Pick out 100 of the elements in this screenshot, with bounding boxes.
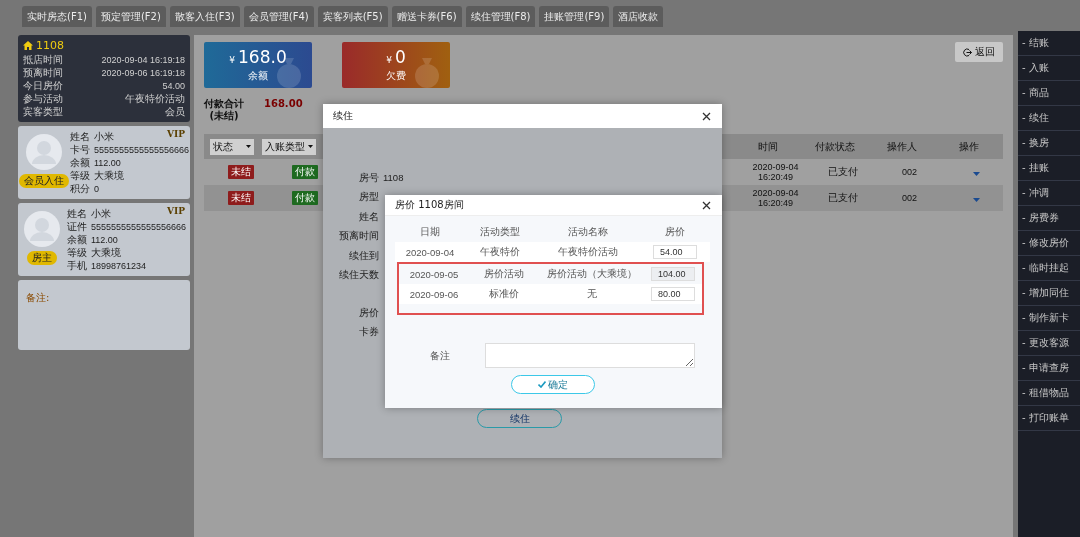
sidebar-item[interactable]: - 入账 — [1018, 56, 1080, 81]
info-value: 小米 — [94, 130, 114, 143]
info-label: 姓名 — [66, 207, 87, 220]
house-icon — [23, 41, 33, 50]
column-header: 时间 — [756, 139, 779, 154]
type-tag: 付款 — [292, 165, 318, 179]
info-value: 5555555555555556666 — [94, 144, 190, 155]
info-value: 112.00 — [90, 234, 118, 245]
sidebar-item[interactable]: - 租借物品 — [1018, 381, 1080, 406]
pay-status-cell-text: 已支付 — [826, 191, 859, 205]
close-button[interactable] — [700, 199, 712, 211]
amount-label: 欠费 — [386, 68, 406, 83]
filter-dropdown[interactable]: 入账类型 — [262, 138, 316, 155]
status-tag: 未结 — [228, 165, 254, 179]
nav-tab[interactable]: 实时房态(F1) — [22, 6, 92, 27]
sidebar-item[interactable]: - 商品 — [1018, 81, 1080, 106]
column-header: 操作 — [957, 139, 980, 154]
sidebar-item[interactable]: - 挂账 — [1018, 156, 1080, 181]
avatar-icon — [24, 211, 61, 247]
info-label: 参与活动 — [23, 92, 63, 105]
nav-tab[interactable]: 散客入住(F3) — [169, 6, 240, 27]
operator-cell-text: 002 — [901, 167, 918, 177]
amount: 168.0 — [238, 47, 287, 66]
nav-tab[interactable]: 挂账管理(F9) — [539, 6, 610, 27]
confirm-button[interactable]: 确定 — [511, 375, 595, 394]
time-cell-text: 2020-09-04 16:20:49 — [751, 188, 800, 208]
date-cell-text: 2020-09-05 — [408, 268, 460, 280]
dialog-title: 续住 — [333, 109, 353, 123]
info-label: 手机 — [66, 259, 87, 272]
field-label: 房号 — [358, 170, 380, 185]
field-label: 预离时间 — [338, 229, 380, 244]
avatar-icon — [26, 134, 62, 170]
activity-name-cell-text: 房价活动（大乘境） — [545, 267, 638, 281]
info-value: 大乘境 — [90, 246, 121, 259]
nav-tab[interactable]: 赠送卡券(F6) — [391, 6, 462, 27]
field-label: 续住天数 — [338, 268, 380, 283]
field-label: 备注 — [429, 348, 451, 363]
currency-sign: ¥ — [386, 53, 392, 67]
check-icon — [538, 381, 546, 388]
guest-badge: 会员入住 — [19, 174, 69, 188]
remark-label: 备注: — [26, 292, 50, 303]
column-header: 房价 — [664, 225, 686, 239]
sidebar-item[interactable]: - 结账 — [1018, 31, 1080, 56]
time-cell-text: 2020-09-04 16:20:49 — [751, 162, 800, 182]
info-label: 余额 — [70, 156, 90, 169]
sidebar-item[interactable]: - 申请查房 — [1018, 356, 1080, 381]
info-label: 证件 — [66, 220, 87, 233]
guest-badge: 房主 — [27, 251, 58, 265]
currency-sign: ¥ — [229, 53, 236, 67]
nav-tab[interactable]: 预定管理(F2) — [95, 6, 166, 27]
sidebar-item[interactable]: - 临时挂起 — [1018, 256, 1080, 281]
price-field[interactable]: 54.00 — [653, 245, 697, 259]
payment-total-label: 付款合计 (未结) — [204, 98, 244, 122]
sidebar-item[interactable]: - 续住 — [1018, 106, 1080, 131]
info-value: 2020-09-04 16:19:18 — [101, 54, 185, 65]
exit-icon — [963, 47, 972, 57]
nav-tab[interactable]: 会员管理(F4) — [243, 6, 314, 27]
dialog-title: 房价 1108房间 — [395, 198, 464, 212]
sidebar-item[interactable]: - 房费券 — [1018, 206, 1080, 231]
activity-type-cell-text: 标准价 — [488, 287, 520, 301]
caret-icon — [246, 145, 251, 148]
column-header: 操作人 — [885, 139, 918, 154]
remark-field[interactable] — [485, 343, 695, 368]
field-label: 房价 — [358, 305, 380, 320]
sidebar-item[interactable]: - 修改房价 — [1018, 231, 1080, 256]
sidebar-item[interactable]: - 换房 — [1018, 131, 1080, 156]
info-value: 午夜特价活动 — [125, 92, 185, 105]
field-label: 房型 — [358, 190, 380, 205]
field-value: 1108 — [383, 172, 404, 184]
info-value: 大乘境 — [94, 169, 124, 182]
sidebar-item[interactable]: - 冲调 — [1018, 181, 1080, 206]
caret-icon[interactable] — [973, 197, 980, 202]
type-tag: 付款 — [292, 191, 318, 205]
caret-icon — [308, 145, 313, 148]
sidebar-item[interactable]: - 更改客源 — [1018, 331, 1080, 356]
nav-tab[interactable]: 宾客列表(F5) — [317, 6, 388, 27]
filter-dropdown[interactable]: 状态 — [210, 138, 254, 155]
nav-tab[interactable]: 酒店收款 — [613, 6, 664, 27]
info-label: 今日房价 — [23, 79, 63, 92]
sidebar-item[interactable]: - 打印账单 — [1018, 406, 1080, 431]
return-button[interactable]: 返回 — [955, 42, 1003, 62]
date-cell-text: 2020-09-06 — [408, 288, 460, 300]
nav-tab[interactable]: 续住管理(F8) — [465, 6, 536, 27]
caret-icon[interactable] — [973, 171, 980, 176]
operator-cell-text: 002 — [901, 193, 918, 203]
column-header: 付款状态 — [813, 139, 856, 154]
column-header: 活动类型 — [479, 225, 521, 239]
payment-total-amount: 168.00 — [264, 98, 303, 109]
info-label: 余额 — [66, 233, 87, 246]
sidebar-item[interactable]: - 增加同住 — [1018, 281, 1080, 306]
info-value: 会员 — [165, 105, 185, 118]
info-label: 等级 — [70, 169, 90, 182]
info-value: 112.00 — [94, 157, 121, 168]
info-label: 卡号 — [70, 143, 90, 156]
column-header: 活动名称 — [566, 225, 609, 239]
info-label: 积分 — [70, 182, 90, 195]
pay-status-cell-text: 已支付 — [826, 165, 859, 179]
activity-type-cell-text: 房价活动 — [483, 267, 525, 281]
close-button[interactable] — [700, 110, 712, 122]
sidebar-item[interactable]: - 制作新卡 — [1018, 306, 1080, 331]
